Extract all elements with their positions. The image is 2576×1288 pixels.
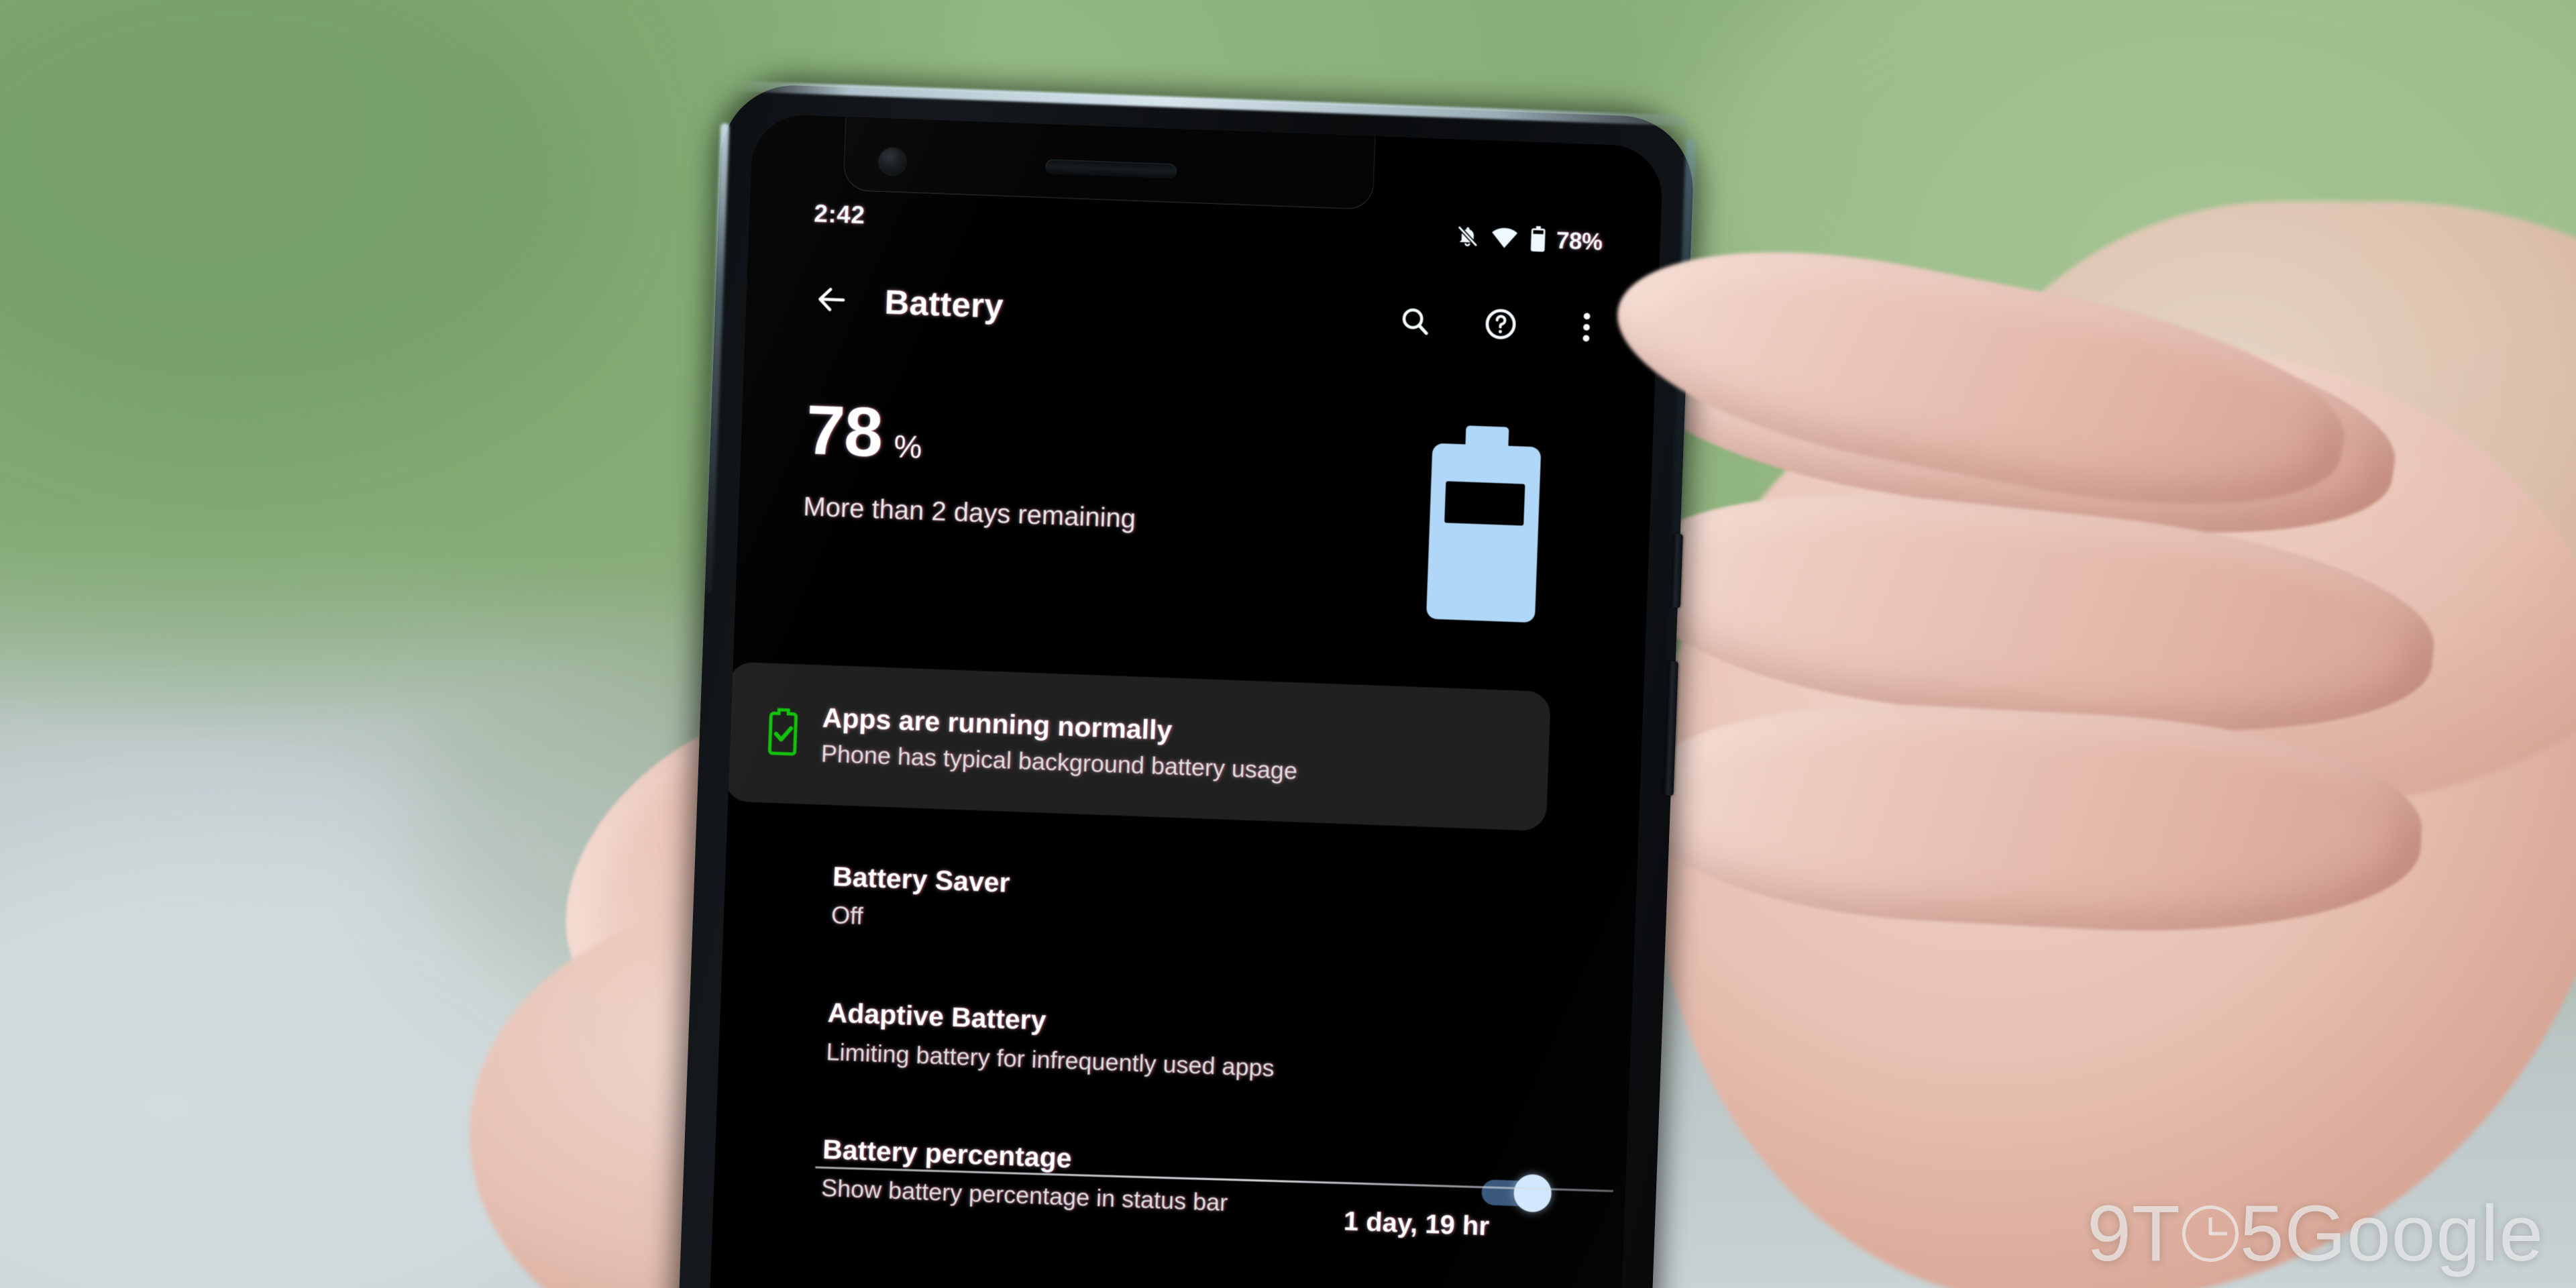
battery-summary: 78 % More than 2 days remaining bbox=[799, 391, 1598, 647]
overflow-menu-icon[interactable] bbox=[1566, 307, 1607, 347]
toggle-thumb bbox=[1513, 1174, 1552, 1214]
battery-percent-value: 78 bbox=[804, 391, 884, 472]
help-icon[interactable] bbox=[1481, 304, 1521, 344]
wifi-icon bbox=[1491, 225, 1518, 252]
status-card-text: Apps are running normally Phone has typi… bbox=[820, 702, 1299, 786]
status-bar-icons: 78% bbox=[1455, 223, 1603, 257]
battery-body bbox=[1426, 443, 1542, 623]
phone-screen: 2:42 78% Battery 78 % More than 2 days r… bbox=[707, 113, 1664, 1288]
battery-icon bbox=[1529, 225, 1548, 255]
notifications-off-icon bbox=[1455, 223, 1480, 252]
battery-status-card[interactable]: Apps are running normally Phone has typi… bbox=[724, 661, 1552, 832]
phone-device: 2:42 78% Battery 78 % More than 2 days r… bbox=[676, 80, 1697, 1288]
row-text: Battery Saver Off bbox=[830, 860, 1624, 959]
photograph-scene: 2:42 78% Battery 78 % More than 2 days r… bbox=[0, 0, 2576, 1288]
app-bar: Battery bbox=[745, 260, 1658, 367]
settings-row-battery-saver[interactable]: Battery Saver Off bbox=[830, 841, 1625, 977]
status-bar-battery-percent: 78% bbox=[1556, 227, 1603, 256]
battery-percent-sign: % bbox=[893, 428, 923, 465]
large-battery-icon bbox=[1426, 425, 1542, 623]
app-bar-actions bbox=[1395, 301, 1607, 347]
settings-row-adaptive-battery[interactable]: Adaptive Battery Limiting battery for in… bbox=[825, 977, 1620, 1114]
status-bar-clock: 2:42 bbox=[813, 199, 866, 229]
page-title: Battery bbox=[883, 282, 1004, 325]
back-arrow-icon[interactable] bbox=[810, 278, 853, 321]
battery-remaining-text: More than 2 days remaining bbox=[802, 492, 1136, 534]
battery-empty-portion bbox=[1444, 481, 1525, 526]
battery-settings-screen: 2:42 78% Battery 78 % More than 2 days r… bbox=[708, 113, 1664, 1288]
search-icon[interactable] bbox=[1395, 301, 1435, 341]
row-text: Adaptive Battery Limiting battery for in… bbox=[826, 996, 1619, 1095]
battery-check-icon bbox=[765, 708, 802, 759]
battery-percentage-toggle[interactable] bbox=[1481, 1173, 1552, 1214]
